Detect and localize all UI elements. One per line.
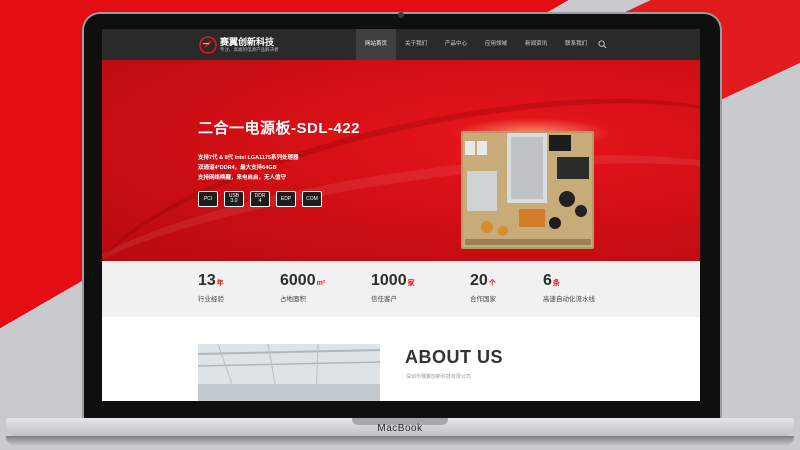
camera-icon [398, 12, 404, 18]
hero-banner[interactable]: 二合一电源板-SDL-422 支持7代 & 8代 Intel LGA1175系列… [102, 60, 700, 261]
stat-unit: 年 [216, 280, 224, 287]
stats-bar: 13年 行业经验 6000m² 占地面积 1000家 信任客户 20个 合作国家… [102, 261, 700, 317]
device-label: MacBook [377, 423, 423, 434]
about-title: ABOUT US [405, 347, 503, 367]
brand-slogan: 专注、高端的电源产品解决者 [220, 47, 279, 52]
site-navbar: 赛翼创新科技 专注、高端的电源产品解决者 网站首页 关于我们 产品中心 应用领域… [102, 29, 700, 60]
logo-icon[interactable] [198, 35, 218, 55]
stat-label: 合作国家 [470, 296, 496, 303]
stat-unit: 条 [552, 280, 560, 287]
stat-label: 信任客户 [371, 296, 397, 303]
feature-badges: PCI USB 3.0 DDR 4 EDP COM [198, 191, 322, 207]
menu-item-applications[interactable]: 应用领域 [476, 29, 516, 60]
menu-item-products[interactable]: 产品中心 [436, 29, 476, 60]
stat-label: 占地面积 [280, 296, 306, 303]
stat-unit: 个 [488, 280, 496, 287]
com-badge: COM [302, 191, 322, 207]
hero-feature-list: 支持7代 & 8代 Intel LGA1175系列处理器 双通道4*DDR4，最… [198, 153, 299, 183]
stat-item: 6条 高速自动化流水线 [543, 272, 595, 303]
laptop-screen: 赛翼创新科技 专注、高端的电源产品解决者 网站首页 关于我们 产品中心 应用领域… [102, 29, 700, 401]
menu-item-about[interactable]: 关于我们 [396, 29, 436, 60]
pci-badge: PCI [198, 191, 218, 207]
stat-unit: m² [316, 280, 326, 287]
factory-photo [198, 344, 380, 401]
stat-number: 1000 [371, 272, 407, 289]
menu-item-contact[interactable]: 联系我们 [556, 29, 596, 60]
stat-number: 13 [198, 272, 216, 289]
menu-item-news[interactable]: 新闻资讯 [516, 29, 556, 60]
menu-item-home[interactable]: 网站首页 [356, 29, 397, 60]
stat-item: 13年 行业经验 [198, 272, 224, 303]
stat-label: 行业经验 [198, 296, 224, 303]
edp-badge: EDP [276, 191, 296, 207]
ddr-badge: DDR 4 [250, 191, 270, 207]
stat-item: 1000家 信任客户 [371, 272, 415, 303]
hero-title: 二合一电源板-SDL-422 [198, 120, 361, 137]
stat-unit: 家 [407, 280, 415, 287]
stat-number: 20 [470, 272, 488, 289]
search-icon[interactable] [598, 40, 607, 49]
laptop-base-shadow [6, 436, 794, 446]
about-section: ABOUT US 深圳市赛翼创新科技有限公司 [102, 317, 700, 401]
stat-item: 20个 合作国家 [470, 272, 496, 303]
stat-number: 6000 [280, 272, 316, 289]
usb-badge: USB 3.0 [224, 191, 244, 207]
hero-feature-line: 双通道4*DDR4，最大支持64GB [198, 165, 277, 171]
about-subtitle: 深圳市赛翼创新科技有限公司 [406, 374, 472, 380]
stat-label: 高速自动化流水线 [543, 296, 595, 303]
hero-feature-line: 支持网络唤醒，来电自启，无人值守 [198, 175, 287, 181]
hero-feature-line: 支持7代 & 8代 Intel LGA1175系列处理器 [198, 155, 299, 161]
main-menu: 网站首页 关于我们 产品中心 应用领域 新闻资讯 联系我们 [356, 29, 596, 60]
stat-number: 6 [543, 272, 552, 289]
power-board-image [461, 131, 594, 249]
stat-item: 6000m² 占地面积 [280, 272, 325, 303]
